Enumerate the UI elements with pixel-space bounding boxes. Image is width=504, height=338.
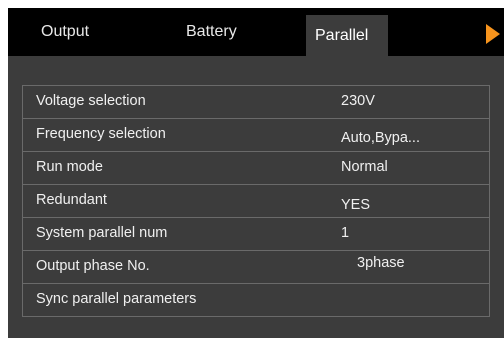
setting-label: Voltage selection xyxy=(36,93,146,109)
tab-battery[interactable]: Battery xyxy=(186,8,237,56)
setting-row-system-parallel-num[interactable]: System parallel num 1 xyxy=(23,218,489,251)
setting-label: Redundant xyxy=(36,192,107,208)
setting-label: Run mode xyxy=(36,159,103,175)
setting-row-redundant[interactable]: Redundant YES xyxy=(23,185,489,218)
settings-table: Voltage selection 230V Frequency selecti… xyxy=(22,85,490,317)
setting-value: YES xyxy=(341,197,371,213)
setting-value: Auto,Bypa... xyxy=(341,130,420,146)
setting-label: Sync parallel parameters xyxy=(36,291,197,307)
setting-row-voltage-selection[interactable]: Voltage selection 230V xyxy=(23,86,489,119)
setting-row-frequency-selection[interactable]: Frequency selection Auto,Bypa... xyxy=(23,119,489,152)
setting-label: Output phase No. xyxy=(36,258,150,274)
setting-value: 230V xyxy=(341,93,375,109)
setting-value: 3phase xyxy=(357,255,405,271)
next-arrow-icon[interactable] xyxy=(486,24,500,44)
tab-bar: Output Battery Parallel xyxy=(8,8,504,56)
parallel-settings-screen: Output Battery Parallel Voltage selectio… xyxy=(8,8,504,338)
setting-row-run-mode[interactable]: Run mode Normal xyxy=(23,152,489,185)
tab-output[interactable]: Output xyxy=(41,8,89,56)
setting-label: System parallel num xyxy=(36,225,168,241)
setting-row-sync-parallel-parameters[interactable]: Sync parallel parameters xyxy=(23,284,489,317)
setting-value: 1 xyxy=(341,225,350,241)
setting-value: Normal xyxy=(341,159,388,175)
tab-parallel[interactable]: Parallel xyxy=(306,15,388,56)
setting-row-output-phase-no[interactable]: Output phase No. 3phase xyxy=(23,251,489,284)
setting-label: Frequency selection xyxy=(36,126,166,142)
